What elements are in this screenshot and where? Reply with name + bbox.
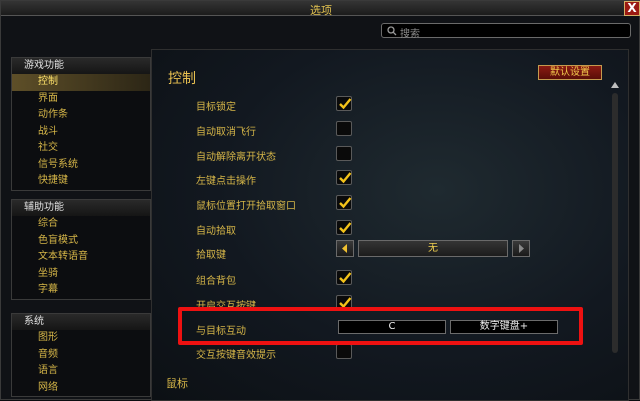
category-system: 系统 图形 音频 语言 网络 <box>11 313 151 397</box>
setting-label: 自动取消飞行 <box>196 127 256 138</box>
sidebar-item-ping-system[interactable]: 信号系统 <box>12 157 150 174</box>
sidebar-item-text-to-speech[interactable]: 文本转语音 <box>12 249 150 266</box>
setting-label: 组合背包 <box>196 276 236 287</box>
checkmark-icon <box>339 197 352 209</box>
page-title: 控制 <box>168 71 196 87</box>
category-header[interactable]: 系统 <box>12 314 150 330</box>
auto-clear-afk-checkbox[interactable] <box>336 146 352 161</box>
setting-label: 鼠标位置打开拾取窗口 <box>196 201 296 212</box>
setting-label: 目标锁定 <box>196 102 236 113</box>
category-header[interactable]: 游戏功能 <box>12 58 150 74</box>
sidebar-item-controls[interactable]: 控制 <box>12 74 150 91</box>
category-sidebar: 游戏功能 控制 界面 动作条 战斗 社交 信号系统 快捷键 辅助功能 综合 色盲… <box>11 49 151 401</box>
category-header[interactable]: 辅助功能 <box>12 200 150 216</box>
checkmark-icon <box>339 222 352 234</box>
sidebar-item-subtitles[interactable]: 字幕 <box>12 282 150 299</box>
highlight-annotation <box>178 307 583 345</box>
sidebar-item-social[interactable]: 社交 <box>12 140 150 157</box>
title-bar: 选项 X <box>1 1 640 17</box>
dropdown-prev-button[interactable] <box>336 240 354 257</box>
sidebar-item-mounts[interactable]: 坐骑 <box>12 266 150 283</box>
left-click-action-checkbox[interactable] <box>336 170 352 185</box>
arrow-left-icon <box>342 244 347 253</box>
sidebar-item-general[interactable]: 综合 <box>12 216 150 233</box>
window-title: 选项 <box>310 4 332 17</box>
checkmark-icon <box>339 172 352 184</box>
category-game-functions: 游戏功能 控制 界面 动作条 战斗 社交 信号系统 快捷键 <box>11 57 151 191</box>
category-accessibility: 辅助功能 综合 色盲模式 文本转语音 坐骑 字幕 <box>11 199 151 300</box>
loot-key-dropdown[interactable]: 无 <box>358 240 508 257</box>
arrow-right-icon <box>519 244 524 253</box>
search-box[interactable]: 搜索 <box>381 23 631 40</box>
auto-loot-checkbox[interactable] <box>336 220 352 235</box>
checkmark-icon <box>339 272 352 284</box>
sidebar-item-colorblind[interactable]: 色盲模式 <box>12 233 150 250</box>
options-window: 选项 X 搜索 游戏功能 控制 界面 动作条 战斗 社交 信号系统 快捷键 辅助… <box>0 0 640 401</box>
checkmark-icon <box>339 98 352 110</box>
settings-panel: 控制 默认设置 目标锁定 自动取消飞行 自动解除离开状态 左键点击操作 鼠标位置… <box>151 49 629 401</box>
scroll-track[interactable] <box>612 93 618 353</box>
auto-dismount-checkbox[interactable] <box>336 121 352 136</box>
dropdown-next-button[interactable] <box>512 240 530 257</box>
scrollbar[interactable] <box>609 79 621 401</box>
sidebar-item-combat[interactable]: 战斗 <box>12 124 150 141</box>
sidebar-item-graphics[interactable]: 图形 <box>12 330 150 347</box>
setting-label: 交互按键音效提示 <box>196 350 276 361</box>
combined-bags-checkbox[interactable] <box>336 270 352 285</box>
search-input[interactable]: 搜索 <box>400 25 420 40</box>
loot-under-mouse-checkbox[interactable] <box>336 195 352 210</box>
sidebar-item-interface[interactable]: 界面 <box>12 91 150 108</box>
defaults-button[interactable]: 默认设置 <box>538 65 602 80</box>
close-button[interactable]: X <box>624 1 640 16</box>
setting-label: 自动拾取 <box>196 226 236 237</box>
sidebar-item-language[interactable]: 语言 <box>12 363 150 380</box>
sidebar-item-action-bars[interactable]: 动作条 <box>12 107 150 124</box>
section-header-mouse: 鼠标 <box>166 377 188 390</box>
sidebar-item-network[interactable]: 网络 <box>12 380 150 397</box>
interact-sound-cue-checkbox[interactable] <box>336 344 352 359</box>
scroll-up-icon[interactable] <box>609 79 621 91</box>
sidebar-item-audio[interactable]: 音频 <box>12 347 150 364</box>
setting-label: 自动解除离开状态 <box>196 152 276 163</box>
sidebar-item-keybindings[interactable]: 快捷键 <box>12 173 150 190</box>
setting-label: 左键点击操作 <box>196 176 256 187</box>
target-lock-checkbox[interactable] <box>336 96 352 111</box>
search-icon <box>387 26 397 36</box>
setting-label: 拾取键 <box>196 250 226 261</box>
